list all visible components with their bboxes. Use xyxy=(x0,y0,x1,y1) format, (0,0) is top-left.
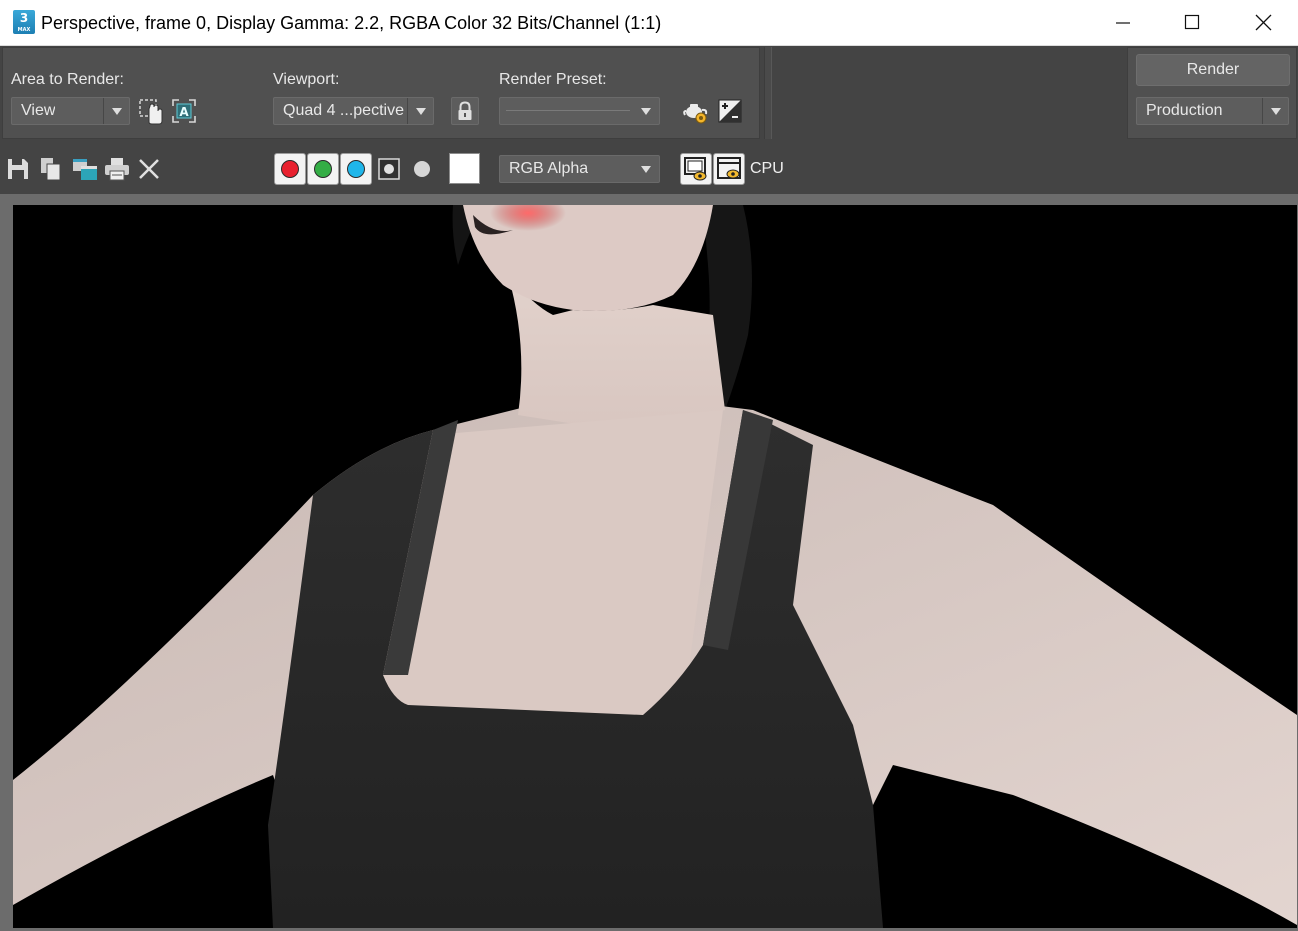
blue-channel-icon xyxy=(347,160,365,178)
copy-image-button[interactable] xyxy=(38,156,66,184)
empty-preset-line xyxy=(506,110,630,111)
toggle-ui-icon xyxy=(717,157,741,179)
close-icon xyxy=(1255,14,1272,31)
viewport-dropdown[interactable]: Quad 4 ...pective xyxy=(273,97,434,125)
window-title: Perspective, frame 0, Display Gamma: 2.2… xyxy=(41,13,662,33)
display-alpha-icon xyxy=(378,158,400,180)
toggle-ui-button[interactable] xyxy=(713,153,745,185)
production-dropdown[interactable]: Production xyxy=(1136,97,1289,125)
environment-effects-button[interactable] xyxy=(682,97,710,125)
panel-separator xyxy=(764,47,772,139)
green-channel-toggle[interactable] xyxy=(307,153,339,185)
display-alpha-button[interactable] xyxy=(376,156,404,184)
exposure-icon xyxy=(718,99,742,123)
toggle-ui-overlay-button[interactable] xyxy=(680,153,712,185)
clone-window-icon xyxy=(73,159,97,180)
render-preset-label: Render Preset: xyxy=(499,71,607,88)
red-channel-toggle[interactable] xyxy=(274,153,306,185)
svg-text:A: A xyxy=(179,105,189,119)
chevron-down-icon xyxy=(633,156,659,182)
title-bar: 3 MAX Perspective, frame 0, Display Gamm… xyxy=(0,0,1298,46)
area-to-render-label: Area to Render: xyxy=(11,71,124,88)
blue-channel-toggle[interactable] xyxy=(340,153,372,185)
close-button[interactable] xyxy=(1240,0,1286,46)
viewport-value: Quad 4 ...pective xyxy=(283,102,404,119)
exposure-control-button[interactable] xyxy=(716,97,744,125)
channel-display-value: RGB Alpha xyxy=(509,160,589,177)
green-channel-icon xyxy=(314,160,332,178)
toggle-ui-overlay-icon xyxy=(684,157,707,181)
edit-region-icon xyxy=(139,99,163,125)
minimize-button[interactable] xyxy=(1100,0,1146,46)
print-image-button[interactable] xyxy=(103,156,131,184)
rendered-character-image xyxy=(13,205,1297,928)
chevron-down-icon xyxy=(103,98,129,124)
rendered-image[interactable] xyxy=(13,205,1297,928)
viewport-label: Viewport: xyxy=(273,71,340,88)
clear-icon xyxy=(139,159,159,179)
3dsmax-app-icon: 3 MAX xyxy=(13,10,35,34)
chevron-down-icon xyxy=(407,98,433,124)
auto-region-button[interactable]: A xyxy=(170,97,198,125)
save-icon xyxy=(8,159,28,179)
red-channel-icon xyxy=(281,160,299,178)
maximize-button[interactable] xyxy=(1169,0,1215,46)
clone-window-button[interactable] xyxy=(71,156,99,184)
renderer-label: CPU xyxy=(750,160,784,177)
environment-icon xyxy=(683,104,708,124)
edit-region-button[interactable] xyxy=(137,97,165,125)
monochrome-button[interactable] xyxy=(409,156,437,184)
lock-icon xyxy=(458,101,472,120)
clear-image-button[interactable] xyxy=(136,156,164,184)
area-to-render-value: View xyxy=(21,102,56,119)
maximize-icon xyxy=(1184,14,1200,30)
color-swatch[interactable] xyxy=(449,153,480,184)
area-to-render-dropdown[interactable]: View xyxy=(11,97,130,125)
copy-icon xyxy=(41,158,61,181)
channel-display-dropdown[interactable]: RGB Alpha xyxy=(499,155,660,183)
print-icon xyxy=(105,158,129,181)
render-button[interactable]: Render xyxy=(1136,54,1290,86)
chevron-down-icon xyxy=(1262,98,1288,124)
save-image-button[interactable] xyxy=(5,156,33,184)
chevron-down-icon xyxy=(633,98,659,124)
render-settings-panel xyxy=(2,47,760,139)
render-preset-dropdown[interactable] xyxy=(499,97,660,125)
minimize-icon xyxy=(1116,22,1130,24)
app-icon-number: 3 xyxy=(19,11,29,25)
auto-region-icon: A xyxy=(172,99,196,123)
production-value: Production xyxy=(1146,102,1223,119)
app-icon-caption: MAX xyxy=(17,27,31,33)
lock-viewport-button[interactable] xyxy=(451,97,479,125)
monochrome-icon xyxy=(414,161,430,177)
